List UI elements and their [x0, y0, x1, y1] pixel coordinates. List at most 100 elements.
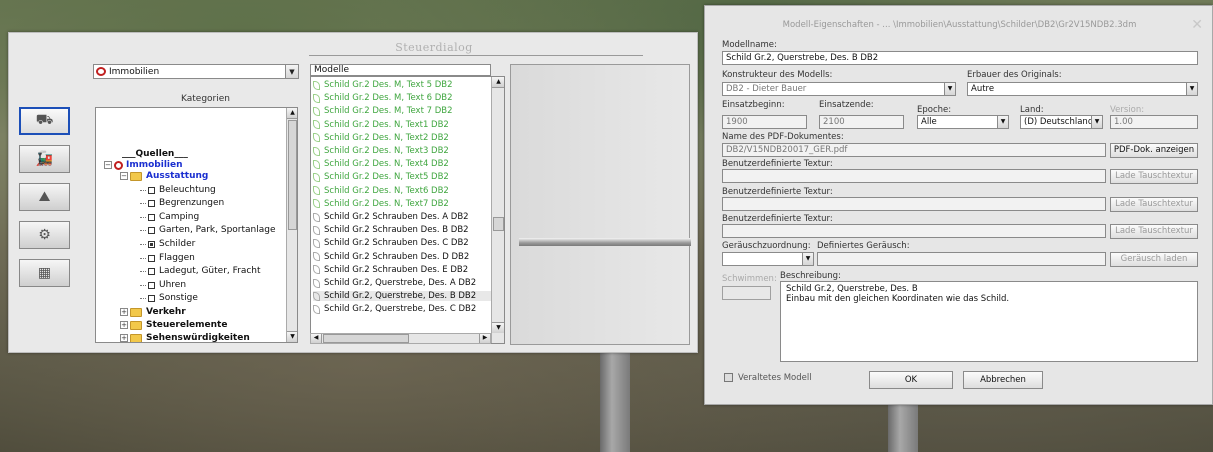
camera-icon: ⚙: [38, 227, 51, 243]
modelle-list-item[interactable]: Schild Gr.2 Schrauben Des. A DB2: [313, 212, 469, 222]
pdf-label: Name des PDF-Dokumentes:: [722, 132, 844, 142]
veraltet-checkbox[interactable]: [724, 373, 733, 382]
konstrukteur-dropdown[interactable]: DB2 - Dieter Bauer ▼: [722, 82, 956, 96]
lade-tauschtextur-button-3[interactable]: Lade Tauschtextur: [1110, 224, 1198, 239]
buildings-category-button[interactable]: ⛟: [19, 107, 70, 135]
collapse-icon[interactable]: −: [120, 172, 128, 180]
tree-item[interactable]: ___Quellen___: [122, 149, 188, 159]
modelle-list-item[interactable]: Schild Gr.2, Querstrebe, Des. B DB2: [313, 291, 493, 302]
modelle-list-item[interactable]: Schild Gr.2, Querstrebe, Des. A DB2: [313, 278, 476, 288]
modelle-item-label: Schild Gr.2 Des. N, Text6 DB2: [324, 185, 449, 196]
modelle-list-item[interactable]: Schild Gr.2 Des. N, Text7 DB2: [313, 199, 449, 209]
textur-field-2[interactable]: [722, 197, 1106, 211]
tree-item[interactable]: Sonstige: [140, 293, 198, 303]
leaf-box-icon: [148, 226, 155, 234]
scroll-down-icon[interactable]: ▼: [287, 331, 297, 342]
pdf-anzeigen-button[interactable]: PDF-Dok. anzeigen: [1110, 143, 1198, 158]
tree-item[interactable]: − Ausstattung: [120, 171, 208, 181]
erbauer-dropdown[interactable]: Autre ▼: [967, 82, 1198, 96]
tree-scrollbar[interactable]: ▲ ▼: [286, 108, 297, 342]
modelle-hscrollbar[interactable]: ◀ ▶: [310, 333, 491, 344]
epoche-dropdown[interactable]: Alle ▼: [917, 115, 1009, 129]
tree-item[interactable]: Uhren: [140, 280, 186, 290]
chevron-down-icon[interactable]: ▼: [1186, 83, 1197, 95]
modelle-list-item[interactable]: Schild Gr.2 Des. M, Text 7 DB2: [313, 106, 453, 116]
chevron-down-icon[interactable]: ▼: [944, 83, 955, 95]
abbrechen-button[interactable]: Abbrechen: [963, 371, 1043, 389]
modelle-list-item[interactable]: Schild Gr.2 Des. N, Text2 DB2: [313, 133, 449, 143]
tree-item[interactable]: Flaggen: [140, 253, 195, 263]
chevron-down-icon[interactable]: ▼: [285, 65, 298, 78]
schwimmen-field[interactable]: [722, 286, 771, 300]
expand-icon[interactable]: +: [120, 334, 128, 342]
einsatzbeginn-field[interactable]: 1900: [722, 115, 807, 129]
textur-field-1[interactable]: [722, 169, 1106, 183]
splines-category-button[interactable]: ▦: [19, 259, 70, 287]
tree-item[interactable]: Garten, Park, Sportanlage: [140, 225, 276, 235]
textur-label-2: Benutzerdefinierte Textur:: [722, 187, 833, 197]
modelle-list[interactable]: Schild Gr.2 Des. M, Text 5 DB2 Schild Gr.…: [310, 76, 505, 344]
modelle-list-item[interactable]: Schild Gr.2 Schrauben Des. C DB2: [313, 238, 469, 248]
geraeusch-dropdown[interactable]: ▼: [722, 252, 814, 266]
modelle-list-item[interactable]: Schild Gr.2 Schrauben Des. D DB2: [313, 252, 469, 262]
scroll-down-icon[interactable]: ▼: [492, 322, 504, 333]
modelle-scrollbar[interactable]: ▲ ▼: [491, 77, 504, 343]
epoche-label: Epoche:: [917, 105, 952, 115]
land-dropdown[interactable]: (D) Deutschland ▼: [1020, 115, 1103, 129]
category-dropdown[interactable]: Immobilien ▼: [93, 64, 299, 79]
modelle-list-item[interactable]: Schild Gr.2 Des. N, Text4 DB2: [313, 159, 449, 169]
scroll-up-icon[interactable]: ▲: [492, 77, 504, 88]
expand-icon[interactable]: +: [120, 321, 128, 329]
pdf-field[interactable]: DB2/V15NDB20017_GER.pdf: [722, 143, 1106, 157]
vehicle-category-button[interactable]: ⚙: [19, 221, 70, 249]
chevron-down-icon[interactable]: ▼: [997, 116, 1008, 128]
modelle-list-item[interactable]: Schild Gr.2 Des. M, Text 6 DB2: [313, 93, 453, 103]
model-preview[interactable]: [510, 64, 691, 345]
modelle-scroll-thumb[interactable]: [493, 217, 504, 231]
scroll-right-icon[interactable]: ▶: [479, 334, 490, 343]
close-icon[interactable]: ✕: [1191, 17, 1203, 33]
scroll-left-icon[interactable]: ◀: [311, 334, 322, 343]
tree-item[interactable]: Begrenzungen: [140, 198, 224, 208]
modellname-field[interactable]: Schild Gr.2, Querstrebe, Des. B DB2: [722, 51, 1198, 65]
category-icon-bar: ⛟ 🚂 ⛰ ⚙ ▦: [19, 107, 79, 297]
steuerdialog-panel: Steuerdialog Immobilien ▼ Kategorien ⛟ 🚂…: [8, 32, 698, 353]
lade-tauschtextur-button-2[interactable]: Lade Tauschtextur: [1110, 197, 1198, 212]
rail-category-button[interactable]: 🚂: [19, 145, 70, 173]
collapse-icon[interactable]: −: [104, 161, 112, 169]
expand-icon[interactable]: +: [120, 308, 128, 316]
geraeusch-laden-button[interactable]: Geräusch laden: [1110, 252, 1198, 267]
tree-item[interactable]: Beleuchtung: [140, 185, 216, 195]
beschreibung-textarea[interactable]: Schild Gr.2, Querstrebe, Des. B Einbau m…: [780, 281, 1198, 362]
tree-scroll-thumb[interactable]: [288, 120, 297, 230]
tree-item[interactable]: + Sehenswürdigkeiten: [120, 333, 250, 342]
tree-item[interactable]: + Verkehr: [120, 307, 186, 317]
tree-item[interactable]: Camping: [140, 212, 199, 222]
tree-item[interactable]: − Immobilien: [104, 160, 183, 170]
modelle-list-item[interactable]: Schild Gr.2, Querstrebe, Des. C DB2: [313, 304, 476, 314]
chevron-down-icon[interactable]: ▼: [802, 253, 813, 265]
chevron-down-icon[interactable]: ▼: [1091, 116, 1102, 128]
tree-connector: [140, 189, 146, 191]
tree-item[interactable]: + Steuerelemente: [120, 320, 227, 330]
modelle-list-item[interactable]: Schild Gr.2 Des. N, Text3 DB2: [313, 146, 449, 156]
scroll-up-icon[interactable]: ▲: [287, 108, 297, 119]
kategorien-label: Kategorien: [181, 94, 230, 104]
modelle-list-item[interactable]: Schild Gr.2 Des. N, Text1 DB2: [313, 120, 449, 130]
lade-tauschtextur-button-1[interactable]: Lade Tauschtextur: [1110, 169, 1198, 184]
textur-field-3[interactable]: [722, 224, 1106, 238]
definiertes-geraeusch-field[interactable]: [817, 252, 1106, 266]
modelle-list-item[interactable]: Schild Gr.2 Schrauben Des. E DB2: [313, 265, 468, 275]
tree-item[interactable]: Ladegut, Güter, Fracht: [140, 266, 261, 276]
modelle-list-item[interactable]: Schild Gr.2 Des. N, Text6 DB2: [313, 186, 449, 196]
category-tree[interactable]: ___Quellen___ − Immobilien − Ausstattung Bele…: [95, 107, 298, 343]
modelle-list-item[interactable]: Schild Gr.2 Des. M, Text 5 DB2: [313, 80, 453, 90]
tree-item[interactable]: Schilder: [140, 239, 195, 249]
einsatzende-field[interactable]: 2100: [819, 115, 904, 129]
ok-button[interactable]: OK: [869, 371, 953, 389]
modelle-hscroll-thumb[interactable]: [323, 334, 409, 343]
version-field[interactable]: 1.00: [1110, 115, 1198, 129]
modelle-list-item[interactable]: Schild Gr.2 Des. N, Text5 DB2: [313, 172, 449, 182]
modelle-list-item[interactable]: Schild Gr.2 Schrauben Des. B DB2: [313, 225, 469, 235]
landscape-category-button[interactable]: ⛰: [19, 183, 70, 211]
